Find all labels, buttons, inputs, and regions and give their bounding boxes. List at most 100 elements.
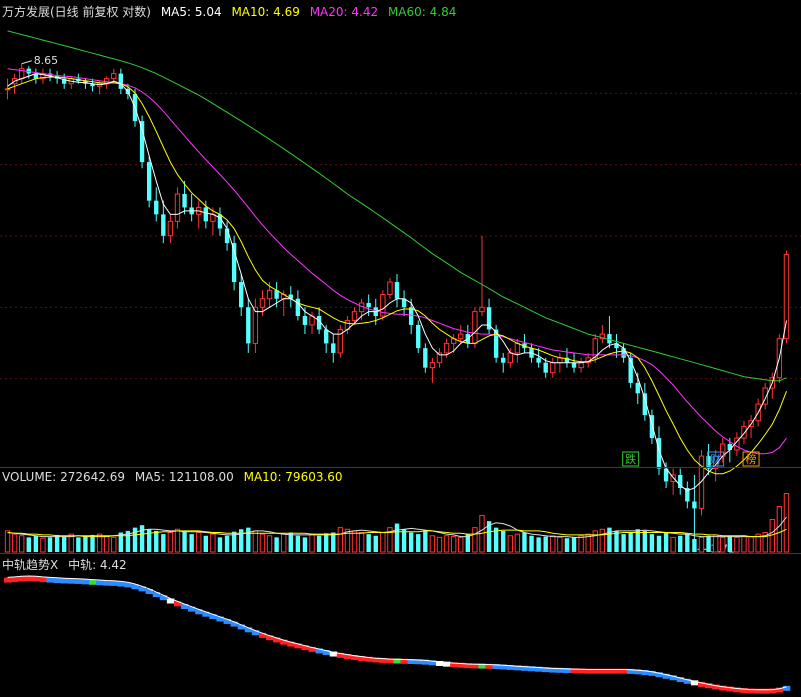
indicator-name: 中轨趋势X xyxy=(2,558,59,572)
trend-segment-red xyxy=(39,577,47,583)
volume-bar-up xyxy=(783,493,790,553)
volume-bar-up xyxy=(19,535,25,553)
trend-segment-blue xyxy=(96,580,104,586)
candle-body-up xyxy=(252,306,259,344)
indicator-pane-divider xyxy=(0,553,801,554)
ma5-readout: MA5: 5.04 xyxy=(160,5,222,19)
volume-bar-down xyxy=(274,537,279,552)
trend-segment-blue xyxy=(46,577,54,583)
candle-body-down xyxy=(394,282,400,299)
volume-bar-down xyxy=(543,536,548,552)
candle-body-down xyxy=(536,357,541,363)
volume-bar-down xyxy=(571,537,577,552)
candle-body-down xyxy=(408,307,414,325)
volume-bar-down xyxy=(727,535,733,552)
high-pointer xyxy=(21,60,32,65)
volume-bar-down xyxy=(564,538,570,552)
volume-bar-up xyxy=(776,506,783,553)
volume-bar-down xyxy=(47,537,53,552)
candle-body-up xyxy=(167,220,174,237)
volume-bar-up xyxy=(514,533,521,553)
trend-segment-blue xyxy=(117,581,125,587)
trend-segment-red xyxy=(25,576,33,582)
candle-body-up xyxy=(479,306,485,313)
volume-bar-down xyxy=(224,535,230,552)
volume-bar-up xyxy=(550,535,556,553)
volume-bar-down xyxy=(26,537,31,552)
stock-title: 万方发展(日线 前复权 对数) xyxy=(2,5,151,19)
middle-band-line xyxy=(7,575,787,691)
volume-bar-down xyxy=(288,532,293,552)
candle-body-down xyxy=(501,357,506,363)
volume-bar-down xyxy=(628,532,633,552)
trend-segment-blue xyxy=(81,579,90,585)
ma60-line xyxy=(7,30,787,382)
trend-segment-blue xyxy=(74,578,83,584)
volume-bar-up xyxy=(443,535,450,553)
volume-bar-down xyxy=(536,537,541,552)
volume-bar-down xyxy=(656,535,662,552)
trend-segment-red xyxy=(32,576,40,582)
indicator-readout: 中轨: 4.42 xyxy=(68,558,127,572)
candle-body-down xyxy=(161,214,166,236)
volume-bar-up xyxy=(592,530,598,553)
volume-bar-up xyxy=(458,536,464,553)
price-pane-header: 万方发展(日线 前复权 对数) MA5: 5.04 MA10: 4.69 MA2… xyxy=(2,3,462,20)
volume-bar-up xyxy=(351,530,358,553)
chart-canvas[interactable]: 8.653.71跌财榜 xyxy=(0,0,801,697)
trend-segment-green xyxy=(88,579,97,585)
trend-segment-blue xyxy=(103,580,111,586)
volume-bar-up xyxy=(337,527,344,553)
volume-bar-down xyxy=(83,535,88,552)
volume-bar-up xyxy=(741,535,747,553)
volume-bar-down xyxy=(642,530,648,552)
volume-bar-down xyxy=(663,532,669,552)
volume-bar-down xyxy=(54,534,60,552)
candle-body-down xyxy=(239,282,244,308)
candle-body-up xyxy=(472,311,478,344)
candle-body-up xyxy=(351,311,358,321)
chart-stage[interactable]: 8.653.71跌财榜 万方发展(日线 前复权 对数) MA5: 5.04 MA… xyxy=(0,0,801,697)
volume-bar-down xyxy=(401,529,407,552)
volume-bar-down xyxy=(522,532,527,552)
candle-body-down xyxy=(543,362,548,373)
volume-bar-up xyxy=(670,536,676,553)
volume-bar-up xyxy=(748,536,754,553)
volume-bar-down xyxy=(217,537,223,552)
volume-bar-down xyxy=(394,523,400,552)
volume-bar-up xyxy=(103,536,110,553)
candle-body-down xyxy=(224,228,230,244)
candle-body-up xyxy=(443,342,450,354)
volume-bar-up xyxy=(252,530,259,553)
volume-bar-up xyxy=(281,533,287,553)
volume-bar-down xyxy=(366,534,371,552)
volume-bar-down xyxy=(203,535,209,552)
volume-bar-down xyxy=(239,529,244,552)
candle-body-down xyxy=(571,362,577,368)
volume-bar-down xyxy=(416,534,421,552)
volume-bar-up xyxy=(196,532,202,553)
volume-bar-down xyxy=(33,535,39,552)
volume-bar-down xyxy=(423,530,428,552)
volume-ma5-readout: MA5: 121108.00 xyxy=(134,470,234,484)
trend-segment-blue xyxy=(67,578,76,584)
trend-segment-blue xyxy=(53,578,61,584)
volume-bar-down xyxy=(302,537,308,552)
volume-bar-down xyxy=(132,527,138,552)
volume-bar-up xyxy=(429,535,436,553)
volume-bar-down xyxy=(621,534,626,552)
candle-body-down xyxy=(323,329,329,344)
volume-bar-up xyxy=(174,528,181,553)
volume-bar-down xyxy=(614,530,619,552)
high-price-label: 8.65 xyxy=(34,54,59,67)
candle-body-down xyxy=(727,443,733,450)
volume-bar-down xyxy=(678,535,683,552)
candle-body-down xyxy=(154,200,159,215)
candle-body-up xyxy=(507,352,513,364)
ma60-readout: MA60: 4.84 xyxy=(387,5,457,19)
candle-body-down xyxy=(146,162,152,201)
volume-bar-down xyxy=(501,530,506,552)
volume-bar-down xyxy=(61,536,67,552)
volume-bar-down xyxy=(295,535,301,552)
candle-body-down xyxy=(416,324,421,349)
